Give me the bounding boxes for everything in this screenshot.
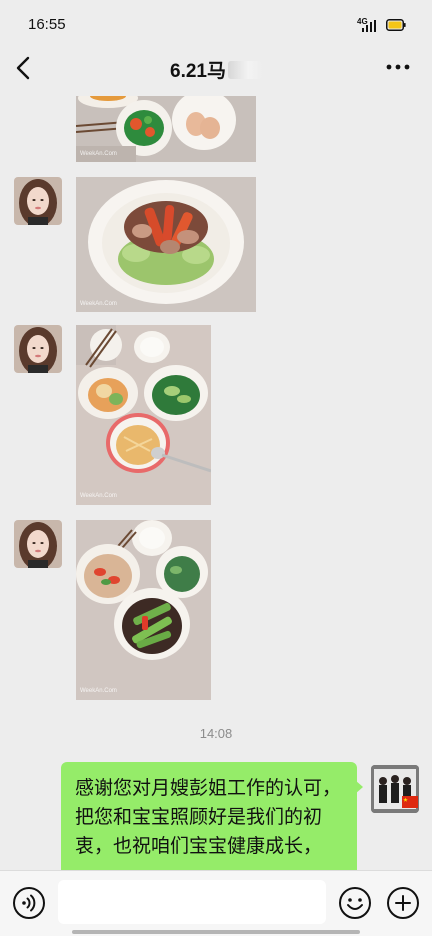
- photo-watermark: WeekAn.Com: [80, 688, 117, 694]
- status-bar: 16:55 4G: [0, 0, 432, 50]
- image-message[interactable]: WeekAn.Com: [76, 96, 256, 162]
- chat-header: 6.21马: [0, 50, 432, 86]
- meal-photo: [76, 177, 256, 312]
- bubble-tail: [355, 780, 363, 794]
- message-timestamp: 14:08: [199, 726, 233, 741]
- image-message[interactable]: WeekAn.Com: [76, 325, 211, 505]
- chat-title-text: 6.21马: [170, 61, 226, 82]
- home-indicator: [72, 930, 360, 934]
- voice-input-icon[interactable]: [12, 886, 46, 920]
- text-message-bubble[interactable]: 感谢您对月嫂彭姐工作的认可，把您和宝宝照顾好是我们的初衷，也祝咱们宝宝健康成长，: [61, 762, 357, 870]
- contact-avatar[interactable]: [14, 177, 62, 225]
- input-bar: [0, 870, 432, 936]
- signal-icon: [362, 20, 376, 32]
- battery-icon: [386, 19, 406, 31]
- chat-title: 6.21马: [0, 56, 432, 83]
- image-message[interactable]: WeekAn.Com: [76, 177, 256, 312]
- redacted-name: [227, 61, 262, 79]
- image-message[interactable]: WeekAn.Com: [76, 520, 211, 700]
- photo-watermark: WeekAn.Com: [80, 493, 117, 499]
- contact-avatar[interactable]: [14, 520, 62, 568]
- photo-watermark: WeekAn.Com: [80, 151, 117, 157]
- flag-icon: [402, 796, 418, 808]
- photo-watermark: WeekAn.Com: [80, 301, 117, 307]
- more-options-icon[interactable]: [386, 62, 410, 72]
- add-icon[interactable]: [386, 886, 420, 920]
- message-input[interactable]: [58, 880, 326, 924]
- contact-avatar[interactable]: [14, 325, 62, 373]
- status-time: 16:55: [28, 16, 66, 33]
- emoji-icon[interactable]: [338, 886, 372, 920]
- meal-photo: [76, 520, 211, 700]
- message-list[interactable]: WeekAn.Com WeekAn.Com WeekAn.Com WeekAn.…: [0, 96, 432, 870]
- meal-photo: [76, 325, 211, 505]
